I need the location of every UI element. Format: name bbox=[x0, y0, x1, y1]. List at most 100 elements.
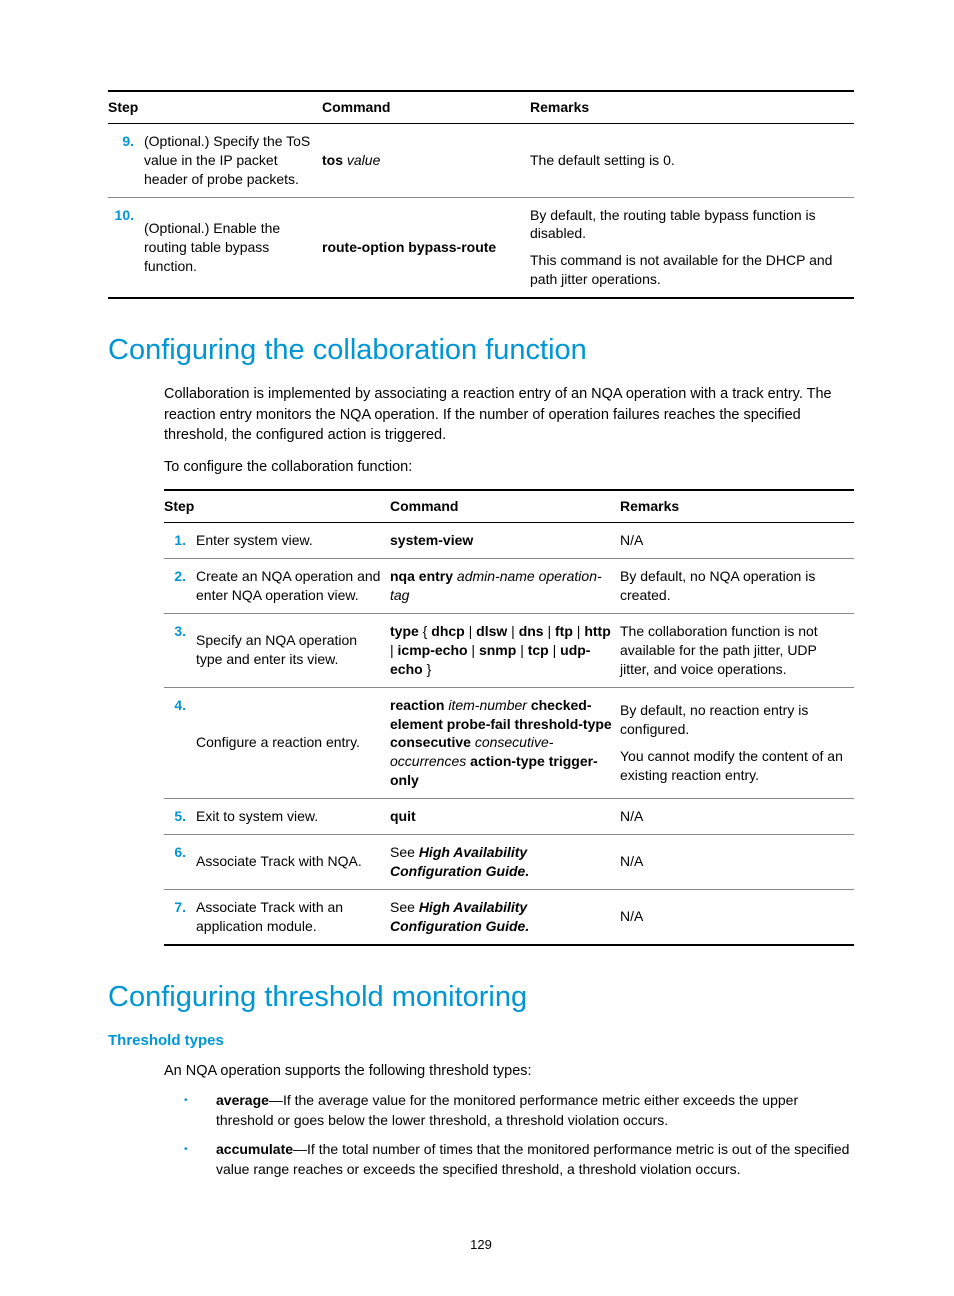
step-desc: Associate Track with an application modu… bbox=[196, 889, 390, 944]
cmd-bold: dlsw bbox=[476, 623, 507, 639]
table-optional-steps: Step Command Remarks 9. (Optional.) Spec… bbox=[108, 90, 854, 299]
command-cell: system-view bbox=[390, 523, 620, 559]
remarks-cell: By default, no reaction entry is configu… bbox=[620, 687, 854, 798]
cmd-bold: tcp bbox=[528, 642, 549, 658]
step-desc: Create an NQA operation and enter NQA op… bbox=[196, 559, 390, 614]
step-desc: (Optional.) Enable the routing table byp… bbox=[144, 197, 322, 298]
remarks-cell: By default, no NQA operation is created. bbox=[620, 559, 854, 614]
cmd-bold: tos bbox=[322, 152, 343, 168]
bullet-list: average—If the average value for the mon… bbox=[184, 1091, 854, 1179]
step-number: 2. bbox=[164, 559, 196, 614]
command-cell: route-option bypass-route bbox=[322, 197, 530, 298]
cmd-text: See bbox=[390, 844, 419, 860]
cmd-bold: icmp-echo bbox=[398, 642, 468, 658]
cmd-text: | bbox=[573, 623, 584, 639]
remarks-cell: The collaboration function is not availa… bbox=[620, 614, 854, 688]
col-header-step: Step bbox=[108, 91, 322, 123]
remarks-cell: N/A bbox=[620, 835, 854, 890]
remarks-text: The collaboration function is not availa… bbox=[620, 622, 848, 679]
command-cell: tos value bbox=[322, 123, 530, 197]
remarks-text: N/A bbox=[620, 531, 848, 550]
command-cell: See High Availability Configuration Guid… bbox=[390, 835, 620, 890]
cmd-ital: value bbox=[343, 152, 380, 168]
command-cell: type { dhcp | dlsw | dns | ftp | http | … bbox=[390, 614, 620, 688]
remarks-cell: By default, the routing table bypass fun… bbox=[530, 197, 854, 298]
step-number: 4. bbox=[164, 687, 196, 798]
cmd-bold: route-option bypass-route bbox=[322, 239, 496, 255]
table-row: 9. (Optional.) Specify the ToS value in … bbox=[108, 123, 854, 197]
table-row: 4. Configure a reaction entry. reaction … bbox=[164, 687, 854, 798]
heading-collaboration: Configuring the collaboration function bbox=[108, 331, 854, 370]
cmd-bold: type bbox=[390, 623, 419, 639]
remarks-text: N/A bbox=[620, 907, 848, 926]
remarks-text: You cannot modify the content of an exis… bbox=[620, 747, 848, 785]
page-number: 129 bbox=[108, 1236, 854, 1254]
cmd-bold: quit bbox=[390, 808, 416, 824]
remarks-cell: N/A bbox=[620, 523, 854, 559]
cmd-text: | bbox=[549, 642, 560, 658]
cmd-bold: reaction bbox=[390, 697, 444, 713]
table-row: 10. (Optional.) Enable the routing table… bbox=[108, 197, 854, 298]
cmd-ital: item-number bbox=[444, 697, 526, 713]
remarks-text: This command is not available for the DH… bbox=[530, 251, 848, 289]
command-cell: reaction item-number checked-element pro… bbox=[390, 687, 620, 798]
paragraph: An NQA operation supports the following … bbox=[164, 1061, 854, 1081]
paragraph: To configure the collaboration function: bbox=[164, 457, 854, 477]
col-header-remarks: Remarks bbox=[530, 91, 854, 123]
step-desc: (Optional.) Specify the ToS value in the… bbox=[144, 123, 322, 197]
heading-threshold: Configuring threshold monitoring bbox=[108, 978, 854, 1017]
step-number: 7. bbox=[164, 889, 196, 944]
step-desc: Configure a reaction entry. bbox=[196, 687, 390, 798]
table-row: 6. Associate Track with NQA. See High Av… bbox=[164, 835, 854, 890]
cmd-bold: dhcp bbox=[431, 623, 464, 639]
cmd-text: | bbox=[507, 623, 518, 639]
cmd-text: | bbox=[516, 642, 527, 658]
remarks-text: By default, no reaction entry is configu… bbox=[620, 701, 848, 739]
remarks-text: The default setting is 0. bbox=[530, 151, 848, 170]
step-desc: Associate Track with NQA. bbox=[196, 835, 390, 890]
bullet-text: —If the average value for the monitored … bbox=[216, 1092, 798, 1128]
cmd-bold: dns bbox=[519, 623, 544, 639]
bullet-text: —If the total number of times that the m… bbox=[216, 1141, 849, 1177]
table-row: 7. Associate Track with an application m… bbox=[164, 889, 854, 944]
bullet-term: accumulate bbox=[216, 1141, 293, 1157]
cmd-text: } bbox=[423, 661, 432, 677]
cmd-bold: snmp bbox=[479, 642, 516, 658]
step-desc: Specify an NQA operation type and enter … bbox=[196, 614, 390, 688]
command-cell: See High Availability Configuration Guid… bbox=[390, 889, 620, 944]
step-desc: Exit to system view. bbox=[196, 799, 390, 835]
command-cell: nqa entry admin-name operation-tag bbox=[390, 559, 620, 614]
remarks-cell: N/A bbox=[620, 889, 854, 944]
cmd-bold: http bbox=[584, 623, 610, 639]
table-row: 1. Enter system view. system-view N/A bbox=[164, 523, 854, 559]
list-item: accumulate—If the total number of times … bbox=[184, 1140, 854, 1179]
table-row: 5. Exit to system view. quit N/A bbox=[164, 799, 854, 835]
cmd-bold: system-view bbox=[390, 532, 473, 548]
step-number: 5. bbox=[164, 799, 196, 835]
step-number: 10. bbox=[108, 197, 144, 298]
cmd-text: | bbox=[544, 623, 555, 639]
step-number: 6. bbox=[164, 835, 196, 890]
list-item: average—If the average value for the mon… bbox=[184, 1091, 854, 1130]
remarks-text: By default, the routing table bypass fun… bbox=[530, 206, 848, 244]
step-number: 3. bbox=[164, 614, 196, 688]
cmd-bold: ftp bbox=[555, 623, 573, 639]
table-header-row: Step Command Remarks bbox=[164, 490, 854, 522]
cmd-text: See bbox=[390, 899, 419, 915]
col-header-step: Step bbox=[164, 490, 390, 522]
cmd-bold: nqa entry bbox=[390, 568, 453, 584]
document-page: Step Command Remarks 9. (Optional.) Spec… bbox=[0, 0, 954, 1293]
col-header-command: Command bbox=[390, 490, 620, 522]
table-row: 3. Specify an NQA operation type and ent… bbox=[164, 614, 854, 688]
col-header-command: Command bbox=[322, 91, 530, 123]
col-header-remarks: Remarks bbox=[620, 490, 854, 522]
table-collab-steps: Step Command Remarks 1. Enter system vie… bbox=[164, 489, 854, 945]
command-cell: quit bbox=[390, 799, 620, 835]
remarks-text: N/A bbox=[620, 807, 848, 826]
paragraph: Collaboration is implemented by associat… bbox=[164, 384, 854, 445]
remarks-cell: The default setting is 0. bbox=[530, 123, 854, 197]
cmd-text: | bbox=[465, 623, 476, 639]
step-number: 1. bbox=[164, 523, 196, 559]
bullet-term: average bbox=[216, 1092, 269, 1108]
table-header-row: Step Command Remarks bbox=[108, 91, 854, 123]
